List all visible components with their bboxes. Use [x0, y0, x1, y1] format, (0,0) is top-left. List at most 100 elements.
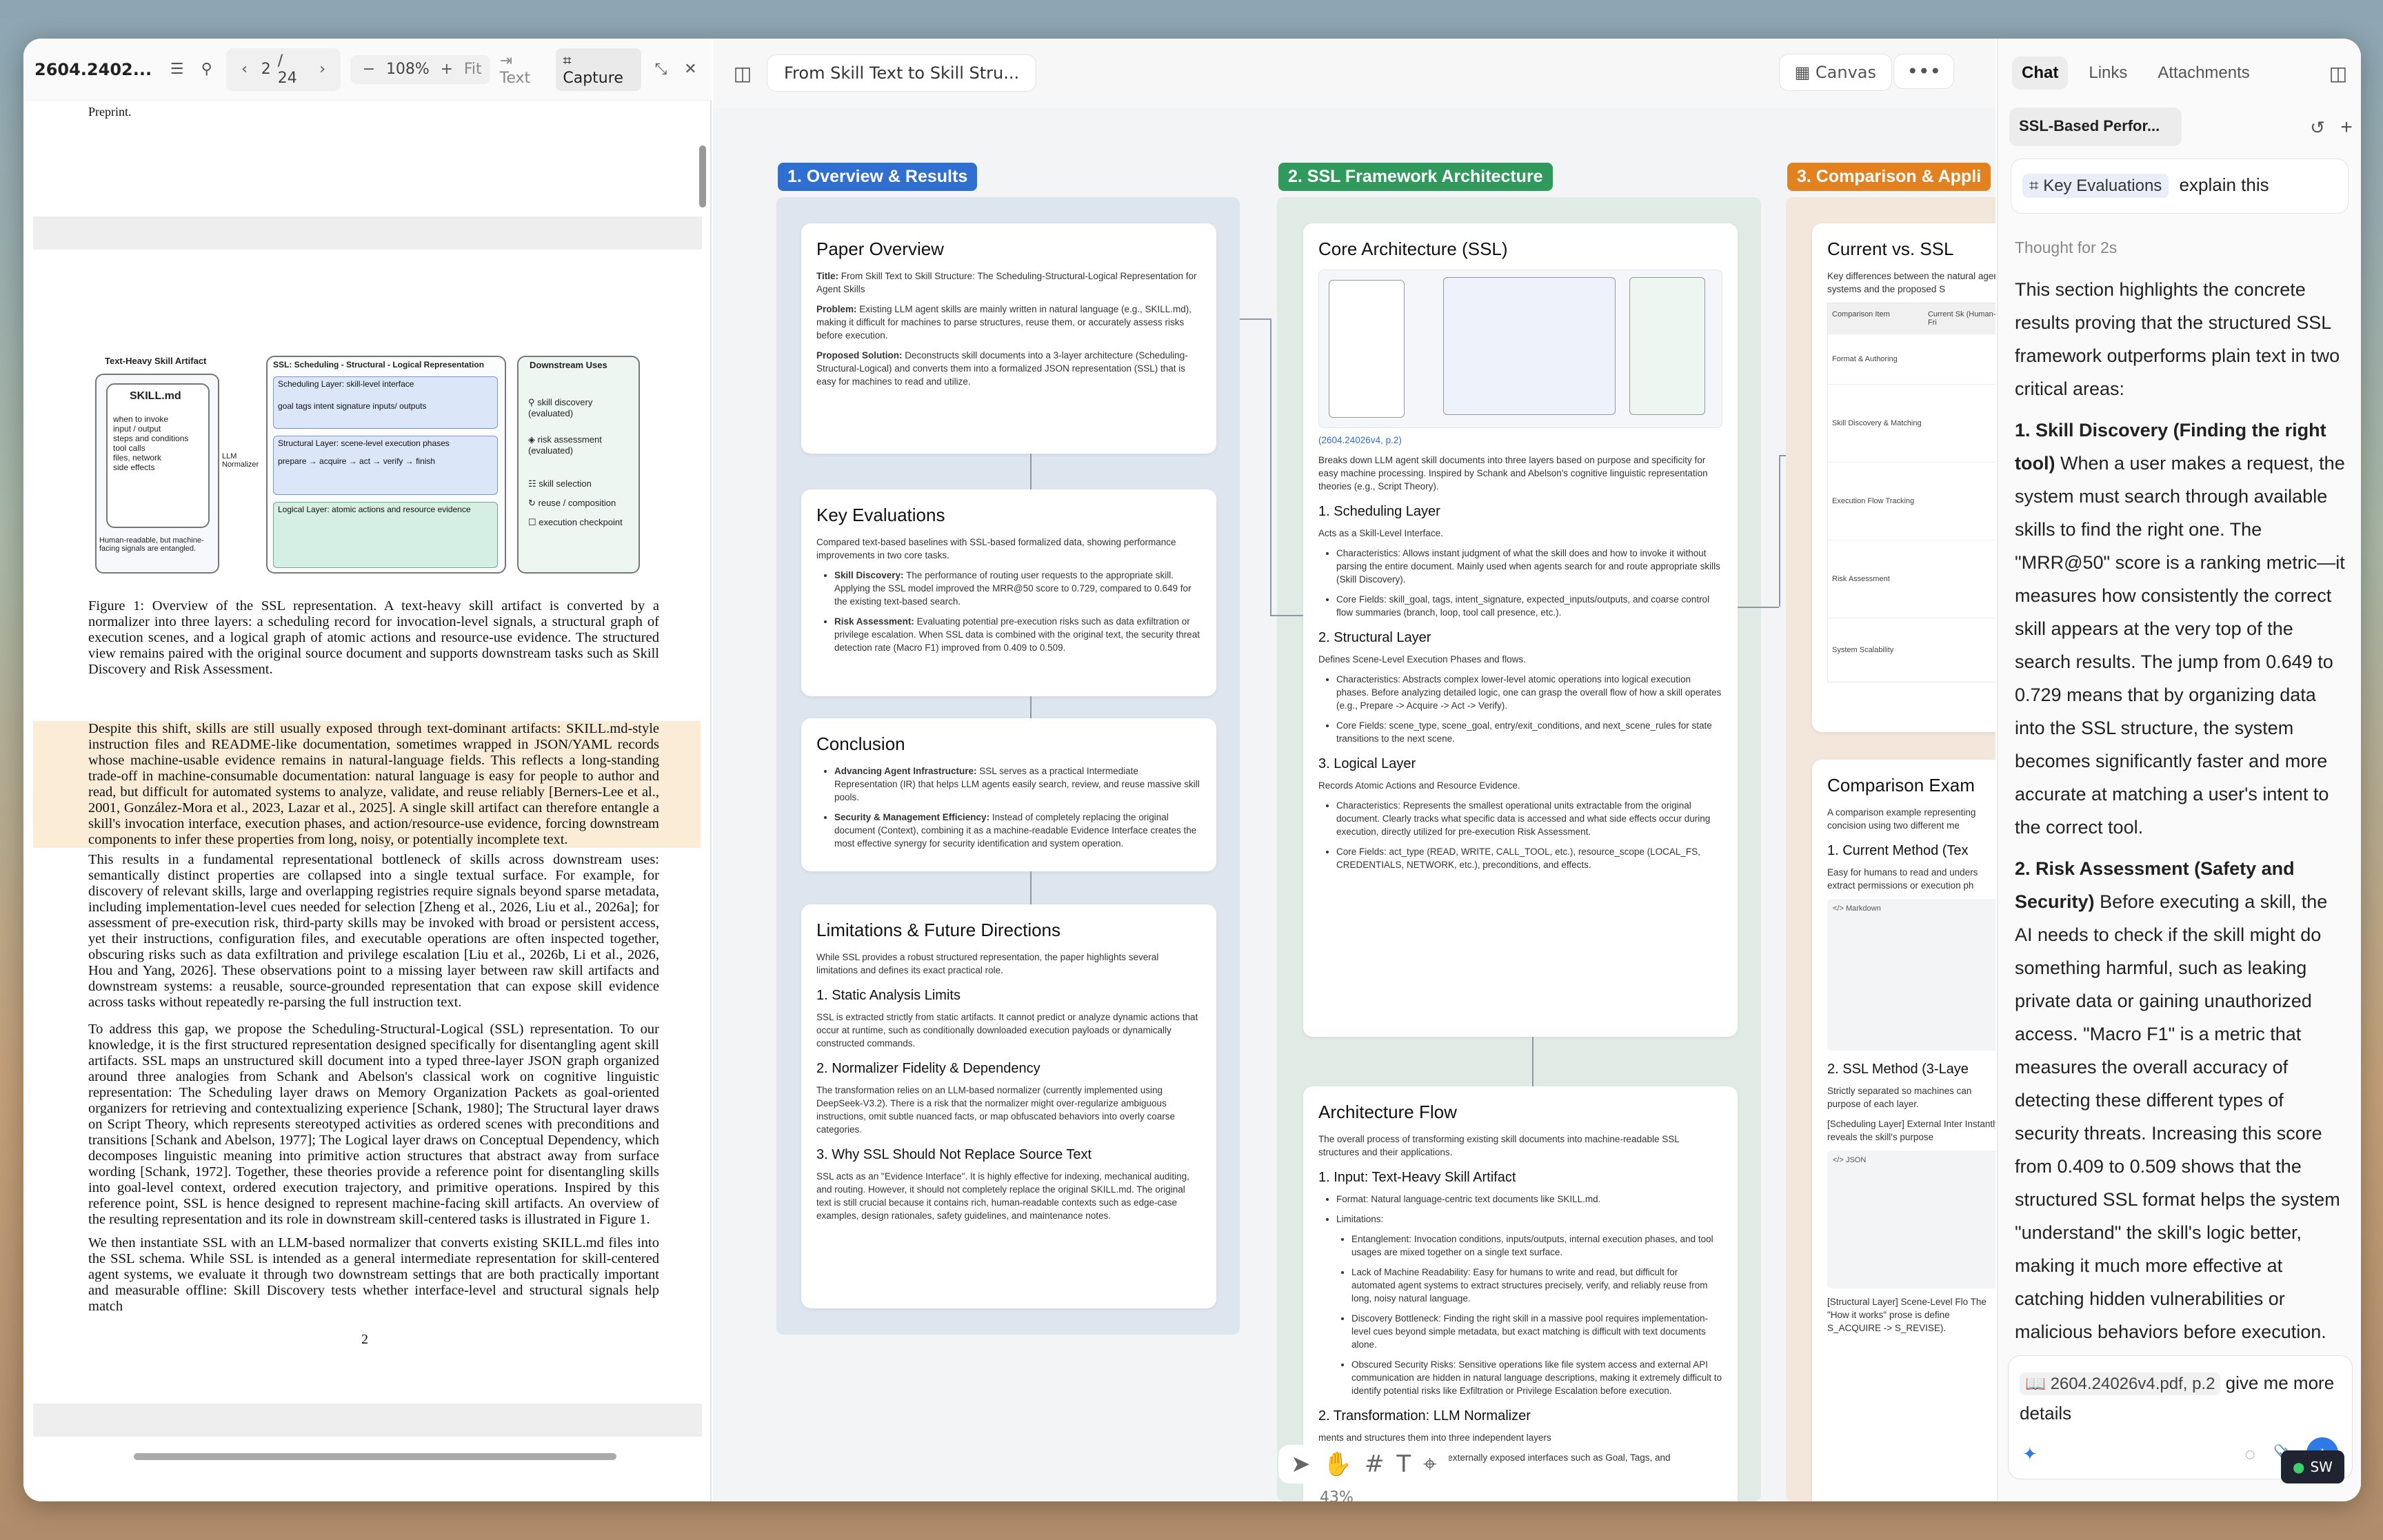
thumb-left — [1329, 280, 1405, 418]
table-row: Skill Discovery & Matching — [1828, 384, 1995, 462]
json-code-block[interactable]: </> JSON — [1827, 1151, 1995, 1288]
search-icon[interactable]: ⚲ — [197, 59, 217, 80]
thumb-mid — [1443, 277, 1616, 415]
pdf-document[interactable]: Preprint. Text-Heavy Skill Artifact SKIL… — [33, 101, 703, 1501]
collapse-icon[interactable]: ⤡ — [651, 59, 671, 80]
core-text-3: Records Atomic Actions and Resource Evid… — [1318, 780, 1520, 791]
limits-heading-2: 2. Normalizer Fidelity & Dependency — [816, 1061, 1040, 1076]
core-text-2: Defines Scene-Level Execution Phases and… — [1318, 654, 1526, 665]
col-title-comparison[interactable]: 3. Comparison & Appli — [1787, 163, 1991, 191]
sparkle-icon[interactable]: ✦ — [2022, 1443, 2038, 1465]
col-title-overview[interactable]: 1. Overview & Results — [778, 163, 978, 191]
card-core-architecture[interactable]: Core Architecture (SSL) (2604.24026v4, p… — [1303, 223, 1738, 1037]
fig-left-title: Text-Heavy Skill Artifact — [105, 356, 207, 366]
canvas-button[interactable]: ▦ Canvas — [1778, 54, 1892, 91]
core-heading-3: 3. Logical Layer — [1318, 756, 1416, 771]
fig-use-4: ↻ reuse / composition — [528, 498, 616, 508]
limits-intro: While SSL provides a robust structured r… — [816, 952, 1159, 975]
fit-button[interactable]: Fit — [464, 61, 482, 78]
pdf-toolbar: 2604.2402... ☰ ⚲ ‹ 2 / 24 › − 108% + Fit… — [23, 39, 712, 101]
card-conclusion[interactable]: Conclusion Advancing Agent Infrastructur… — [801, 718, 1216, 871]
grid-icon: ▦ — [1794, 63, 1816, 82]
core-char-2: Characteristics: Abstracts complex lower… — [1336, 673, 1722, 712]
outline-icon[interactable]: ☰ — [167, 59, 187, 80]
context-chip[interactable]: ⌗ Key Evaluations — [2022, 174, 2169, 198]
overview-title-line: Title: From Skill Text to Skill Structur… — [816, 271, 1197, 294]
tab-chat[interactable]: Chat — [2012, 57, 2069, 90]
flow-limit-1: Entanglement: Invocation conditions, inp… — [1351, 1233, 1722, 1259]
card-architecture-flow[interactable]: Architecture Flow The overall process of… — [1303, 1086, 1738, 1501]
canvas-zoom[interactable]: 43% — [1320, 1489, 1354, 1501]
capture-button[interactable]: ⌗ Capture — [556, 48, 641, 91]
core-heading-2: 2. Structural Layer — [1318, 630, 1431, 645]
frame-tool-icon[interactable]: # — [1365, 1450, 1385, 1478]
pdf-scrollbar-horizontal[interactable] — [134, 1453, 616, 1460]
markdown-code-block[interactable]: </> Markdown — [1827, 899, 1995, 1051]
pdf-filename[interactable]: 2604.2402... — [34, 60, 152, 79]
example-text-1: Easy for humans to read and unders extra… — [1827, 867, 1978, 891]
text-mode-button[interactable]: ⇥ Text — [500, 52, 547, 87]
assistant-answer: This section highlights the concrete res… — [2015, 273, 2349, 1376]
more-options-icon[interactable]: ••• — [1893, 54, 1954, 89]
canvas-breadcrumb[interactable]: From Skill Text to Skill Stru... — [767, 54, 1037, 92]
card-paper-overview[interactable]: Paper Overview Title: From Skill Text to… — [801, 223, 1216, 454]
conversation-selector[interactable]: SSL-Based Perfor... — [2009, 108, 2182, 146]
card-title: Architecture Flow — [1318, 1102, 1457, 1122]
core-reference-link[interactable]: (2604.24026v4, p.2) — [1318, 434, 1722, 447]
card-limitations[interactable]: Limitations & Future Directions While SS… — [801, 904, 1216, 1308]
page-gap-bottom — [33, 1404, 702, 1437]
fig-logical: Logical Layer: atomic actions and resour… — [273, 502, 498, 568]
close-icon[interactable]: ✕ — [681, 59, 701, 80]
core-fields-2: Core Fields: scene_type, scene_goal, ent… — [1336, 719, 1722, 745]
fig-sched-label: Scheduling Layer: skill-level interface — [278, 379, 414, 389]
prev-page-icon[interactable]: ‹ — [234, 59, 254, 80]
table-row: System Scalability — [1828, 618, 1995, 682]
overview-problem: Problem: Existing LLM agent skills are m… — [816, 304, 1192, 341]
connector — [1030, 696, 1032, 718]
example-sched: [Scheduling Layer] External Inter Instan… — [1827, 1119, 1995, 1142]
attachment-chip[interactable]: 📖 2604.24026v4.pdf, p.2 — [2020, 1372, 2221, 1395]
card-comparison-example[interactable]: Comparison Exam A comparison example rep… — [1812, 760, 1995, 1501]
card-key-evaluations[interactable]: Key Evaluations Compared text-based base… — [801, 489, 1216, 696]
card-current-vs-ssl[interactable]: Current vs. SSL Key differences between … — [1812, 223, 1995, 732]
fig-normalizer: LLM Normalizer — [222, 452, 259, 469]
new-chat-icon[interactable]: + — [2336, 116, 2357, 139]
paragraph-1: Despite this shift, skills are still usu… — [33, 721, 701, 848]
card-title: Key Evaluations — [816, 505, 945, 525]
crop-icon: ⌗ — [563, 52, 572, 70]
current-intro: Key differences between the natural agen… — [1827, 271, 1995, 294]
capture-tool-icon[interactable]: ⌖ — [1423, 1450, 1436, 1478]
next-page-icon[interactable]: › — [312, 59, 332, 80]
col-title-architecture[interactable]: 2. SSL Framework Architecture — [1278, 163, 1553, 191]
history-icon[interactable]: ↺ — [2307, 117, 2328, 138]
card-title: Conclusion — [816, 733, 905, 754]
thought-indicator[interactable]: Thought for 2s — [2015, 239, 2117, 257]
zoom-control: − 108% + Fit — [350, 54, 490, 84]
fig-scheduling: Scheduling Layer: skill-level interface g… — [273, 376, 498, 429]
pdf-scrollbar-vertical[interactable] — [699, 145, 706, 207]
core-char-3: Characteristics: Represents the smallest… — [1336, 799, 1722, 838]
core-figure-thumbnail[interactable] — [1318, 270, 1722, 428]
tab-links[interactable]: Links — [2079, 57, 2137, 90]
core-text-1: Acts as a Skill-Level Interface. — [1318, 528, 1443, 538]
zoom-in-icon[interactable]: + — [436, 59, 457, 80]
answer-intro: This section highlights the concrete res… — [2015, 279, 2340, 399]
hand-tool-icon[interactable]: ✋ — [1323, 1450, 1352, 1478]
canvas-tools: ➤ ✋ # T ⌖ — [1278, 1445, 1449, 1483]
zoom-out-icon[interactable]: − — [359, 59, 379, 80]
loading-icon: ◌ — [2244, 1443, 2255, 1464]
tab-attachments[interactable]: Attachments — [2148, 57, 2259, 90]
preprint-label: Preprint. — [88, 105, 132, 119]
example-struct: [Structural Layer] Scene-Level Flo The "… — [1827, 1297, 1987, 1333]
panel-toggle-icon[interactable]: ◫ — [2328, 63, 2349, 84]
page-current[interactable]: 2 — [261, 61, 271, 78]
text-tool-icon[interactable]: T — [1396, 1450, 1411, 1478]
pdf-pane: 2604.2402... ☰ ⚲ ‹ 2 / 24 › − 108% + Fit… — [23, 39, 712, 1501]
sidebar-toggle-icon[interactable]: ◫ — [732, 62, 753, 85]
pointer-tool-icon[interactable]: ➤ — [1291, 1450, 1311, 1478]
figure-1: Text-Heavy Skill Artifact SKILL.md when … — [91, 356, 663, 576]
composer-text[interactable]: 📖 2604.24026v4.pdf, p.2 give me more det… — [2020, 1368, 2341, 1428]
user-badge[interactable]: ● SW — [2281, 1450, 2344, 1483]
example-intro: A comparison example representing concis… — [1827, 807, 1976, 831]
core-heading-1: 1. Scheduling Layer — [1318, 504, 1440, 519]
